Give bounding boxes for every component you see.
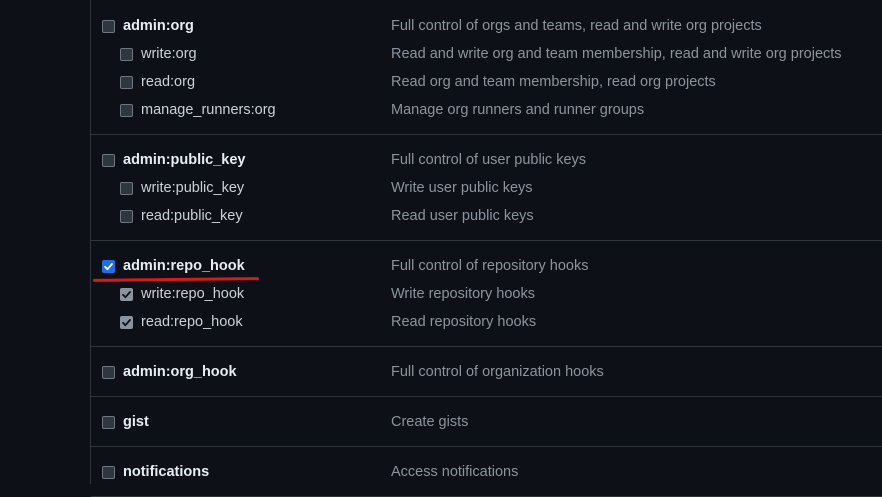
scope-label[interactable]: write:repo_hook xyxy=(141,280,244,308)
notifications-checkbox[interactable] xyxy=(102,466,115,479)
scope-row-write-org: write:org Read and write org and team me… xyxy=(91,40,882,68)
scope-description: Full control of user public keys xyxy=(391,152,587,168)
scope-group-admin-org: admin:org Full control of orgs and teams… xyxy=(91,0,882,135)
scope-group-admin-org-hook: admin:org_hook Full control of organizat… xyxy=(91,347,882,397)
scope-label[interactable]: admin:public_key xyxy=(123,146,245,174)
scope-row-read-public-key: read:public_key Read user public keys xyxy=(91,202,882,230)
scope-description: Read and write org and team membership, … xyxy=(391,46,842,62)
read-org-checkbox[interactable] xyxy=(120,76,133,89)
scope-description: Access notifications xyxy=(391,464,519,480)
scope-label[interactable]: write:public_key xyxy=(141,174,244,202)
admin-org-checkbox[interactable] xyxy=(102,20,115,33)
scope-label[interactable]: gist xyxy=(123,408,149,436)
checkmark-icon xyxy=(104,263,113,271)
scope-label[interactable]: read:repo_hook xyxy=(141,308,243,336)
manage-runners-org-checkbox[interactable] xyxy=(120,104,133,117)
scope-group-admin-public-key: admin:public_key Full control of user pu… xyxy=(91,135,882,241)
oauth-scopes-panel: admin:org Full control of orgs and teams… xyxy=(90,0,882,497)
gist-checkbox[interactable] xyxy=(102,416,115,429)
scope-description: Create gists xyxy=(391,414,469,430)
scope-description: Read org and team membership, read org p… xyxy=(391,74,716,90)
scope-description: Write user public keys xyxy=(391,180,533,196)
scope-label[interactable]: admin:org xyxy=(123,12,194,40)
scope-label[interactable]: read:public_key xyxy=(141,202,243,230)
scope-row-admin-org-hook: admin:org_hook Full control of organizat… xyxy=(91,358,882,386)
scope-row-admin-org: admin:org Full control of orgs and teams… xyxy=(91,12,882,40)
admin-repo-hook-checkbox[interactable] xyxy=(102,260,115,273)
scope-group-notifications: notifications Access notifications xyxy=(91,447,882,497)
scope-row-admin-repo-hook: admin:repo_hook Full control of reposito… xyxy=(91,252,882,282)
scope-description: Full control of organization hooks xyxy=(391,364,604,380)
scope-row-manage-runners-org: manage_runners:org Manage org runners an… xyxy=(91,96,882,124)
scope-row-write-repo-hook: write:repo_hook Write repository hooks xyxy=(91,280,882,308)
scope-label[interactable]: write:org xyxy=(141,40,197,68)
scope-row-admin-public-key: admin:public_key Full control of user pu… xyxy=(91,146,882,174)
scope-description: Manage org runners and runner groups xyxy=(391,102,645,118)
scope-description: Full control of repository hooks xyxy=(391,258,589,274)
scope-description: Read repository hooks xyxy=(391,314,537,330)
scope-label[interactable]: notifications xyxy=(123,458,209,486)
scope-row-notifications: notifications Access notifications xyxy=(91,458,882,486)
write-org-checkbox[interactable] xyxy=(120,48,133,61)
read-repo-hook-checkbox[interactable] xyxy=(120,316,133,329)
scope-row-write-public-key: write:public_key Write user public keys xyxy=(91,174,882,202)
scope-description: Write repository hooks xyxy=(391,286,535,302)
scope-label[interactable]: admin:repo_hook xyxy=(123,252,245,280)
scope-row-read-org: read:org Read org and team membership, r… xyxy=(91,68,882,96)
scope-row-read-repo-hook: read:repo_hook Read repository hooks xyxy=(91,308,882,336)
scope-label[interactable]: read:org xyxy=(141,68,195,96)
write-repo-hook-checkbox[interactable] xyxy=(120,288,133,301)
scope-description: Read user public keys xyxy=(391,208,534,224)
read-public-key-checkbox[interactable] xyxy=(120,210,133,223)
admin-org-hook-checkbox[interactable] xyxy=(102,366,115,379)
scope-label[interactable]: admin:org_hook xyxy=(123,358,237,386)
scope-group-gist: gist Create gists xyxy=(91,397,882,447)
admin-public-key-checkbox[interactable] xyxy=(102,154,115,167)
checkmark-icon xyxy=(122,319,131,327)
scope-group-admin-repo-hook: admin:repo_hook Full control of reposito… xyxy=(91,241,882,347)
scope-label[interactable]: manage_runners:org xyxy=(141,96,276,124)
checkmark-icon xyxy=(122,291,131,299)
write-public-key-checkbox[interactable] xyxy=(120,182,133,195)
scope-description: Full control of orgs and teams, read and… xyxy=(391,18,762,34)
scope-row-gist: gist Create gists xyxy=(91,408,882,436)
